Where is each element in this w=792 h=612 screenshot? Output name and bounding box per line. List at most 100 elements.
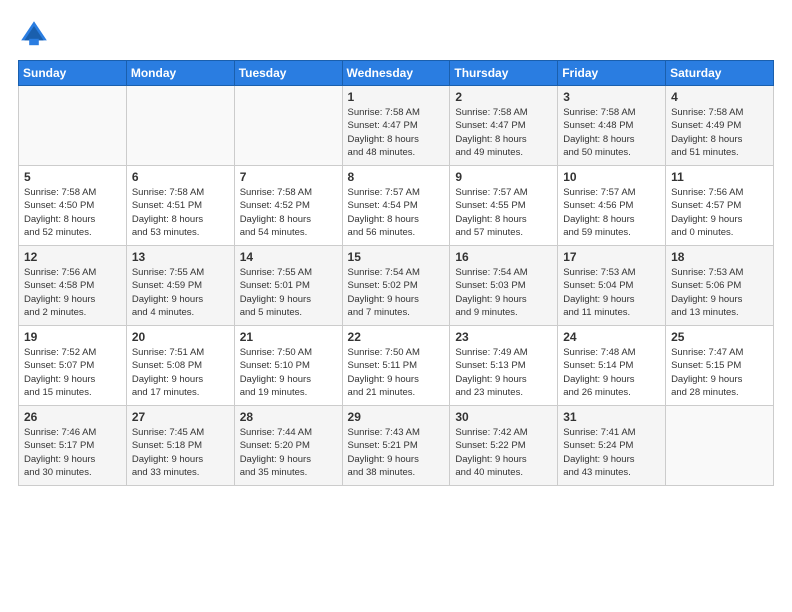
day-info: Sunrise: 7:56 AM Sunset: 4:58 PM Dayligh…	[24, 266, 121, 319]
day-number: 13	[132, 250, 229, 264]
day-number: 26	[24, 410, 121, 424]
day-number: 22	[348, 330, 445, 344]
calendar-cell: 29Sunrise: 7:43 AM Sunset: 5:21 PM Dayli…	[342, 406, 450, 486]
day-number: 19	[24, 330, 121, 344]
day-number: 1	[348, 90, 445, 104]
day-number: 14	[240, 250, 337, 264]
day-info: Sunrise: 7:46 AM Sunset: 5:17 PM Dayligh…	[24, 426, 121, 479]
day-info: Sunrise: 7:47 AM Sunset: 5:15 PM Dayligh…	[671, 346, 768, 399]
weekday-header-thursday: Thursday	[450, 61, 558, 86]
calendar-cell: 18 Sunrise: 7:53 AM Sunset: 5:06 PM Dayli…	[666, 246, 774, 326]
calendar-cell	[234, 86, 342, 166]
calendar-cell: 26 Sunrise: 7:46 AM Sunset: 5:17 PM Dayli…	[19, 406, 127, 486]
day-info: Sunrise: 7:57 AM Sunset: 4:56 PM Dayligh…	[563, 186, 660, 239]
day-number: 20	[132, 330, 229, 344]
calendar-cell: 17 Sunrise: 7:53 AM Sunset: 5:04 PM Dayli…	[558, 246, 666, 326]
calendar-cell: 4 Sunrise: 7:58 AM Sunset: 4:49 PM Daylig…	[666, 86, 774, 166]
day-info: Sunrise: 7:48 AM Sunset: 5:14 PM Dayligh…	[563, 346, 660, 399]
day-info: Sunrise: 7:50 AM Sunset: 5:10 PM Dayligh…	[240, 346, 337, 399]
day-number: 15	[348, 250, 445, 264]
calendar-cell: 27 Sunrise: 7:45 AM Sunset: 5:18 PM Dayli…	[126, 406, 234, 486]
day-info: Sunrise: 7:55 AM Sunset: 5:01 PM Dayligh…	[240, 266, 337, 319]
day-number: 16	[455, 250, 552, 264]
day-info: Sunrise: 7:54 AM Sunset: 5:02 PM Dayligh…	[348, 266, 445, 319]
day-number: 30	[455, 410, 552, 424]
day-info: Sunrise: 7:51 AM Sunset: 5:08 PM Dayligh…	[132, 346, 229, 399]
weekday-header-tuesday: Tuesday	[234, 61, 342, 86]
weekday-header-monday: Monday	[126, 61, 234, 86]
day-number: 5	[24, 170, 121, 184]
calendar-cell: 5 Sunrise: 7:58 AM Sunset: 4:50 PM Daylig…	[19, 166, 127, 246]
day-info: Sunrise: 7:54 AM Sunset: 5:03 PM Dayligh…	[455, 266, 552, 319]
week-row-2: 5 Sunrise: 7:58 AM Sunset: 4:50 PM Daylig…	[19, 166, 774, 246]
calendar-cell: 28 Sunrise: 7:44 AM Sunset: 5:20 PM Dayli…	[234, 406, 342, 486]
page: SundayMondayTuesdayWednesdayThursdayFrid…	[0, 0, 792, 612]
calendar-cell: 13 Sunrise: 7:55 AM Sunset: 4:59 PM Dayli…	[126, 246, 234, 326]
day-number: 2	[455, 90, 552, 104]
day-number: 3	[563, 90, 660, 104]
calendar-cell: 16 Sunrise: 7:54 AM Sunset: 5:03 PM Dayli…	[450, 246, 558, 326]
calendar-cell: 6 Sunrise: 7:58 AM Sunset: 4:51 PM Daylig…	[126, 166, 234, 246]
calendar-cell	[666, 406, 774, 486]
calendar-cell: 21 Sunrise: 7:50 AM Sunset: 5:10 PM Dayli…	[234, 326, 342, 406]
day-number: 29	[348, 410, 445, 424]
day-info: Sunrise: 7:53 AM Sunset: 5:06 PM Dayligh…	[671, 266, 768, 319]
week-row-5: 26 Sunrise: 7:46 AM Sunset: 5:17 PM Dayli…	[19, 406, 774, 486]
week-row-4: 19Sunrise: 7:52 AM Sunset: 5:07 PM Dayli…	[19, 326, 774, 406]
day-info: Sunrise: 7:58 AM Sunset: 4:50 PM Dayligh…	[24, 186, 121, 239]
day-info: Sunrise: 7:57 AM Sunset: 4:54 PM Dayligh…	[348, 186, 445, 239]
calendar-cell	[126, 86, 234, 166]
week-row-1: 1 Sunrise: 7:58 AM Sunset: 4:47 PM Daylig…	[19, 86, 774, 166]
day-info: Sunrise: 7:58 AM Sunset: 4:51 PM Dayligh…	[132, 186, 229, 239]
logo	[18, 18, 54, 50]
calendar-cell: 3 Sunrise: 7:58 AM Sunset: 4:48 PM Daylig…	[558, 86, 666, 166]
day-number: 24	[563, 330, 660, 344]
calendar-cell: 20 Sunrise: 7:51 AM Sunset: 5:08 PM Dayli…	[126, 326, 234, 406]
day-info: Sunrise: 7:58 AM Sunset: 4:49 PM Dayligh…	[671, 106, 768, 159]
calendar-cell: 30Sunrise: 7:42 AM Sunset: 5:22 PM Dayli…	[450, 406, 558, 486]
day-info: Sunrise: 7:56 AM Sunset: 4:57 PM Dayligh…	[671, 186, 768, 239]
day-info: Sunrise: 7:58 AM Sunset: 4:48 PM Dayligh…	[563, 106, 660, 159]
day-info: Sunrise: 7:58 AM Sunset: 4:47 PM Dayligh…	[455, 106, 552, 159]
header	[18, 18, 774, 50]
calendar-cell	[19, 86, 127, 166]
day-info: Sunrise: 7:49 AM Sunset: 5:13 PM Dayligh…	[455, 346, 552, 399]
day-number: 28	[240, 410, 337, 424]
calendar-cell: 15 Sunrise: 7:54 AM Sunset: 5:02 PM Dayli…	[342, 246, 450, 326]
weekday-header-sunday: Sunday	[19, 61, 127, 86]
day-number: 27	[132, 410, 229, 424]
day-info: Sunrise: 7:45 AM Sunset: 5:18 PM Dayligh…	[132, 426, 229, 479]
day-info: Sunrise: 7:58 AM Sunset: 4:47 PM Dayligh…	[348, 106, 445, 159]
calendar-cell: 7 Sunrise: 7:58 AM Sunset: 4:52 PM Daylig…	[234, 166, 342, 246]
calendar-cell: 8 Sunrise: 7:57 AM Sunset: 4:54 PM Daylig…	[342, 166, 450, 246]
day-number: 12	[24, 250, 121, 264]
calendar-cell: 19Sunrise: 7:52 AM Sunset: 5:07 PM Dayli…	[19, 326, 127, 406]
calendar-cell: 1 Sunrise: 7:58 AM Sunset: 4:47 PM Daylig…	[342, 86, 450, 166]
day-info: Sunrise: 7:53 AM Sunset: 5:04 PM Dayligh…	[563, 266, 660, 319]
week-row-3: 12 Sunrise: 7:56 AM Sunset: 4:58 PM Dayli…	[19, 246, 774, 326]
day-number: 10	[563, 170, 660, 184]
day-number: 25	[671, 330, 768, 344]
logo-icon	[18, 18, 50, 50]
day-info: Sunrise: 7:57 AM Sunset: 4:55 PM Dayligh…	[455, 186, 552, 239]
calendar-cell: 22Sunrise: 7:50 AM Sunset: 5:11 PM Dayli…	[342, 326, 450, 406]
calendar-cell: 25 Sunrise: 7:47 AM Sunset: 5:15 PM Dayli…	[666, 326, 774, 406]
calendar-cell: 24 Sunrise: 7:48 AM Sunset: 5:14 PM Dayli…	[558, 326, 666, 406]
calendar-cell: 14 Sunrise: 7:55 AM Sunset: 5:01 PM Dayli…	[234, 246, 342, 326]
calendar-cell: 11Sunrise: 7:56 AM Sunset: 4:57 PM Dayli…	[666, 166, 774, 246]
day-number: 7	[240, 170, 337, 184]
day-number: 4	[671, 90, 768, 104]
day-info: Sunrise: 7:55 AM Sunset: 4:59 PM Dayligh…	[132, 266, 229, 319]
day-info: Sunrise: 7:58 AM Sunset: 4:52 PM Dayligh…	[240, 186, 337, 239]
day-info: Sunrise: 7:44 AM Sunset: 5:20 PM Dayligh…	[240, 426, 337, 479]
calendar-cell: 12 Sunrise: 7:56 AM Sunset: 4:58 PM Dayli…	[19, 246, 127, 326]
day-info: Sunrise: 7:41 AM Sunset: 5:24 PM Dayligh…	[563, 426, 660, 479]
day-number: 18	[671, 250, 768, 264]
day-number: 23	[455, 330, 552, 344]
calendar-table: SundayMondayTuesdayWednesdayThursdayFrid…	[18, 60, 774, 486]
day-number: 17	[563, 250, 660, 264]
day-number: 8	[348, 170, 445, 184]
day-number: 21	[240, 330, 337, 344]
calendar-cell: 31Sunrise: 7:41 AM Sunset: 5:24 PM Dayli…	[558, 406, 666, 486]
day-number: 6	[132, 170, 229, 184]
